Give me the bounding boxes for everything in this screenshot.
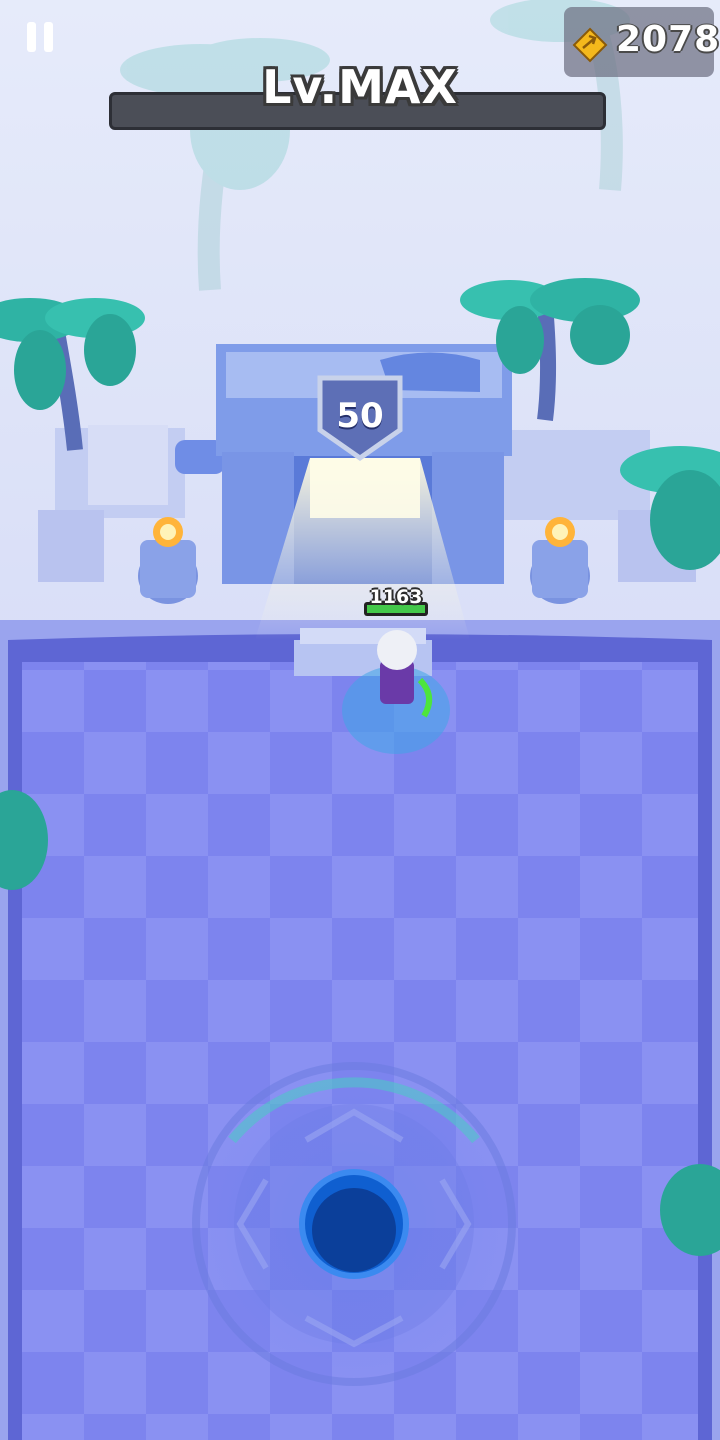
pause-icon (27, 22, 36, 52)
virtual-joystick[interactable] (192, 1062, 516, 1386)
gate-level-number: 50 (336, 396, 384, 436)
bow-gem-icon (572, 27, 608, 63)
gold-amount: 2078 (616, 19, 720, 60)
level-label: Lv.MAX (262, 60, 458, 114)
game-scene (0, 0, 720, 1440)
player-hp: 1163 (369, 586, 423, 608)
